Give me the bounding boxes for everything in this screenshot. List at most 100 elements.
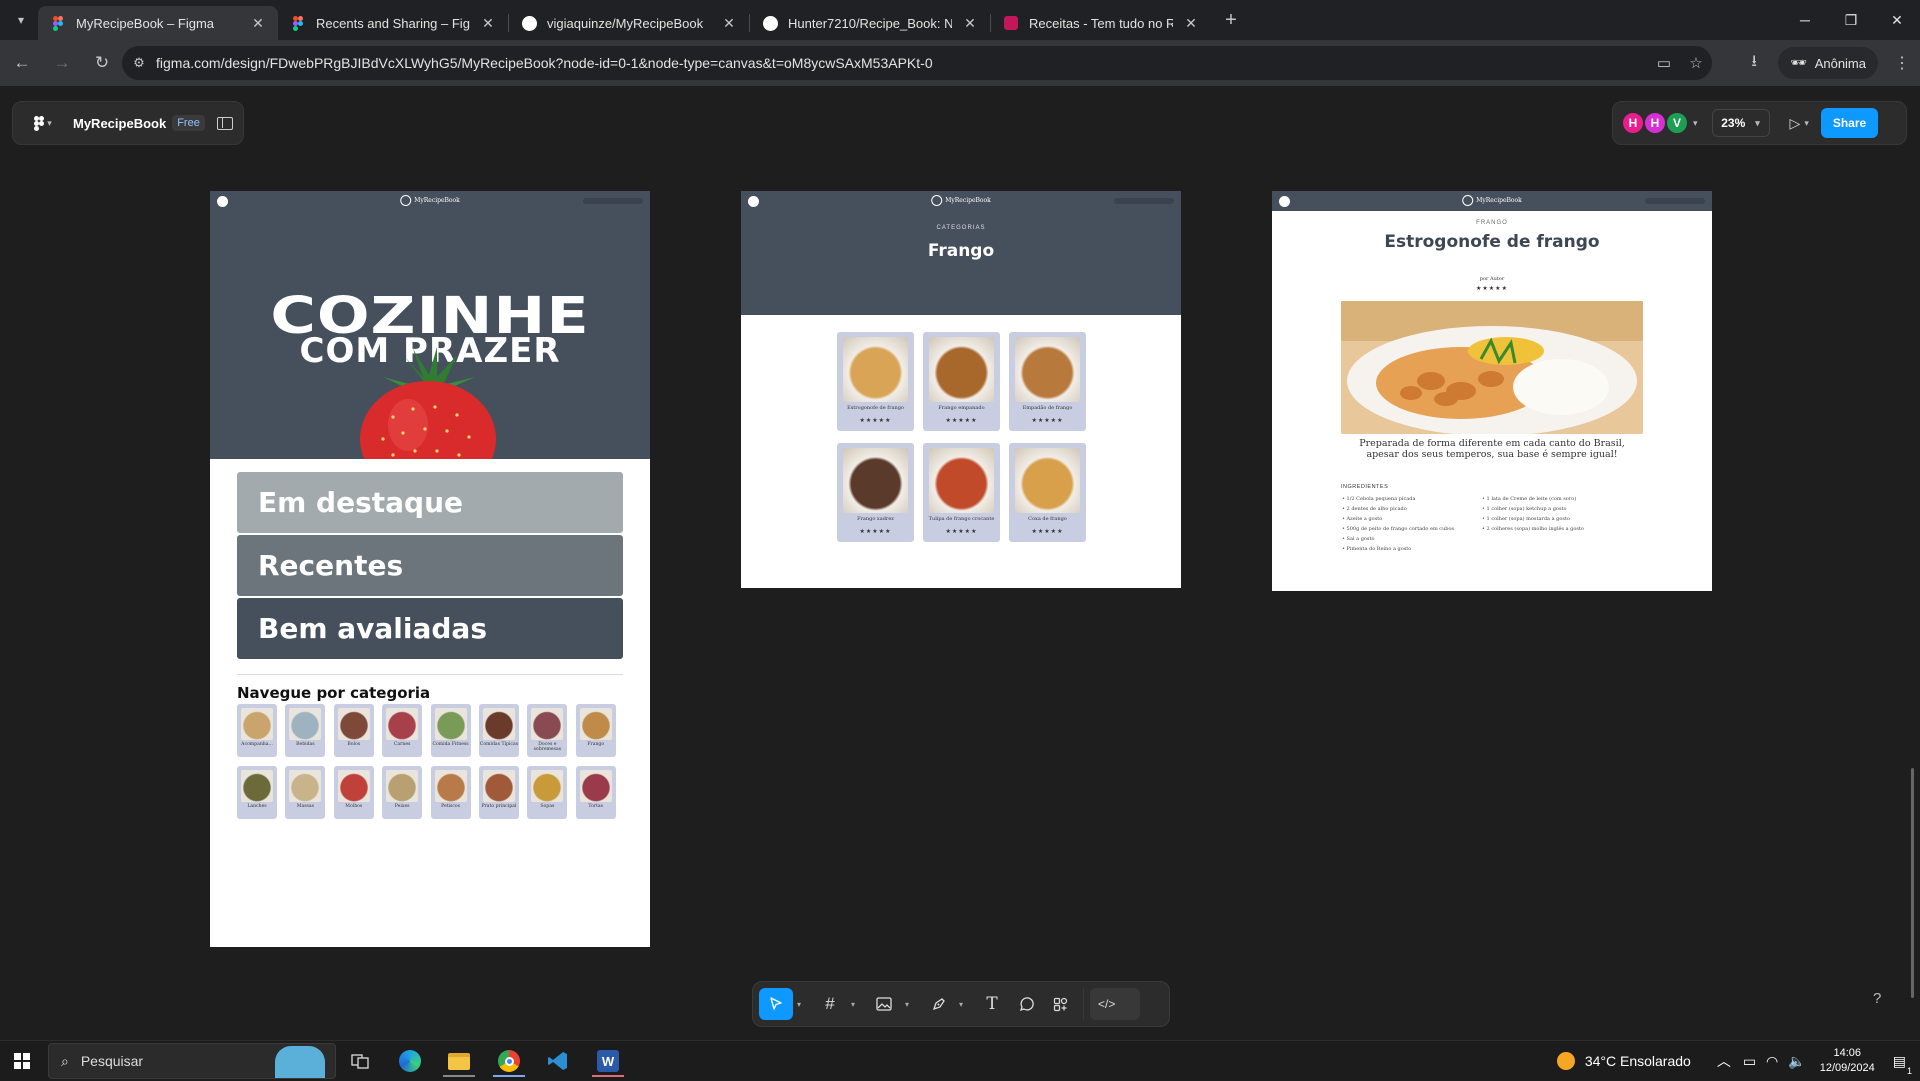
resources-tool-button[interactable]	[1043, 988, 1077, 1020]
category-card[interactable]: Comidas Típicas	[478, 704, 519, 757]
chevron-down-icon[interactable]: ▾	[955, 1000, 967, 1009]
section-band[interactable]: Bem avaliadas	[237, 598, 623, 659]
url-text[interactable]: figma.com/design/FDwebPRgBJIBdVcXLWyhG5/…	[156, 55, 1648, 71]
site-info-icon[interactable]: ⚙	[122, 55, 156, 71]
bookmark-star-icon[interactable]: ☆	[1680, 54, 1712, 72]
back-button[interactable]: ←	[4, 45, 40, 81]
chevron-up-icon[interactable]: ︿	[1717, 1051, 1731, 1071]
recipe-card[interactable]: Frango xadrez ★★★★★	[837, 443, 914, 542]
taskbar-search-box[interactable]: ⌕ Pesquisar	[48, 1043, 336, 1079]
browser-tab[interactable]: Receitas - Tem tudo no Receitas ✕	[991, 6, 1211, 40]
close-icon[interactable]: ✕	[480, 15, 496, 32]
category-card[interactable]: Comida Fitness	[430, 704, 471, 757]
help-icon[interactable]: ?	[1873, 990, 1881, 1007]
window-controls: ─ ❐ ✕	[1782, 0, 1920, 40]
vscode-icon[interactable]	[538, 1045, 578, 1077]
comment-tool-button[interactable]	[1009, 988, 1043, 1020]
category-card[interactable]: Tortas	[575, 766, 616, 819]
recipe-card[interactable]: Empadão de frango ★★★★★	[1009, 332, 1086, 431]
wifi-icon[interactable]: ◠	[1766, 1053, 1778, 1070]
collaborator-avatar[interactable]: H	[1643, 111, 1667, 135]
categories-title: Navegue por categoria	[237, 684, 431, 702]
battery-icon[interactable]: ▭	[1743, 1053, 1756, 1070]
category-card[interactable]: Lanches	[237, 766, 277, 819]
close-icon[interactable]: ✕	[250, 15, 266, 32]
category-card[interactable]: Massas	[285, 766, 326, 819]
tab-search-button[interactable]: ▾	[4, 5, 38, 35]
recipe-card[interactable]: Estrogonofe de frango ★★★★★	[837, 332, 914, 431]
section-band[interactable]: Em destaque	[237, 472, 623, 533]
category-card[interactable]: Carnes	[382, 704, 423, 757]
clock[interactable]: 14:06 12/09/2024	[1820, 1046, 1875, 1076]
chrome-menu-icon[interactable]: ⋮	[1884, 53, 1920, 73]
share-button[interactable]: Share	[1820, 108, 1879, 138]
browser-tab[interactable]: MyRecipeBook – Figma ✕	[38, 6, 278, 40]
category-card[interactable]: Acompanha...	[237, 704, 277, 757]
reload-button[interactable]: ↻	[84, 45, 120, 81]
collaborator-avatars[interactable]: HHV	[1621, 111, 1689, 135]
canvas-scrollbar[interactable]	[1911, 768, 1914, 998]
home-frame[interactable]: COZINHE COM PRAZER MyRecipeBook Em desta…	[210, 191, 650, 947]
category-card[interactable]: Doces e sobremesas	[527, 704, 568, 757]
section-band[interactable]: Recentes	[237, 535, 623, 596]
download-icon[interactable]: ⭳	[1736, 50, 1772, 77]
install-app-icon[interactable]: ▭	[1648, 54, 1680, 72]
weather-text[interactable]: 34°C Ensolarado	[1585, 1053, 1691, 1069]
file-name[interactable]: MyRecipeBook	[73, 116, 166, 131]
close-window-button[interactable]: ✕	[1874, 0, 1920, 40]
category-frame[interactable]: CATEGORIAS Frango MyRecipeBook Estrogono…	[741, 191, 1181, 588]
category-thumbnail	[434, 770, 467, 802]
close-icon[interactable]: ✕	[962, 15, 978, 32]
incognito-profile-button[interactable]: 🕶 Anônima	[1778, 47, 1878, 79]
word-icon[interactable]: W	[588, 1045, 628, 1077]
recipe-card[interactable]: Tulipa de frango crocante ★★★★★	[923, 443, 1000, 542]
category-card[interactable]: Peixes	[382, 766, 423, 819]
zoom-dropdown[interactable]: 23% ▾	[1711, 109, 1770, 137]
edge-icon[interactable]	[390, 1045, 430, 1077]
move-tool-button[interactable]	[759, 988, 793, 1020]
collaborator-avatar[interactable]: H	[1621, 111, 1645, 135]
chevron-down-icon[interactable]: ▾	[793, 1000, 805, 1009]
address-bar[interactable]: ⚙ figma.com/design/FDwebPRgBJIBdVcXLWyhG…	[122, 46, 1712, 80]
dev-mode-toggle[interactable]: </>	[1090, 988, 1140, 1020]
windows-start-icon[interactable]	[14, 1053, 30, 1069]
volume-icon[interactable]: 🔈	[1788, 1053, 1805, 1070]
file-explorer-icon[interactable]	[439, 1045, 479, 1077]
category-card[interactable]: Bebidas	[285, 704, 326, 757]
category-card[interactable]: Bolos	[333, 704, 374, 757]
chevron-down-icon[interactable]: ▾	[847, 1000, 859, 1009]
notifications-icon[interactable]: ▤ 1	[1893, 1053, 1912, 1076]
recipe-card[interactable]: Frango empanado ★★★★★	[923, 332, 1000, 431]
frame-tool-button[interactable]: #	[813, 988, 847, 1020]
new-tab-button[interactable]: +	[1217, 9, 1245, 32]
forward-button[interactable]: →	[44, 45, 80, 81]
plan-badge[interactable]: Free	[172, 115, 205, 131]
category-card[interactable]: Sopas	[527, 766, 568, 819]
chrome-icon[interactable]	[489, 1045, 529, 1077]
category-card[interactable]: Petiscos	[430, 766, 471, 819]
browser-tab[interactable]: Hunter7210/Recipe_Book: Node ✕	[750, 6, 990, 40]
chevron-down-icon[interactable]: ▾	[1804, 118, 1809, 129]
category-card[interactable]: Prato principal	[478, 766, 519, 819]
recipe-frame[interactable]: MyRecipeBook FRANGO Estrogonofe de frang…	[1272, 191, 1712, 591]
present-play-icon[interactable]: ▷	[1790, 115, 1801, 132]
task-view-icon[interactable]	[340, 1045, 380, 1077]
restore-button[interactable]: ❐	[1828, 0, 1874, 40]
collaborator-avatar[interactable]: V	[1665, 111, 1689, 135]
browser-tab[interactable]: vigiaquinze/MyRecipeBook ✕	[509, 6, 749, 40]
close-icon[interactable]: ✕	[721, 15, 737, 32]
text-tool-button[interactable]: T	[975, 988, 1009, 1020]
minimize-button[interactable]: ─	[1782, 0, 1828, 40]
category-card[interactable]: Frango	[575, 704, 616, 757]
recipe-card[interactable]: Coxa de frango ★★★★★	[1009, 443, 1086, 542]
weather-sun-icon[interactable]	[1556, 1052, 1575, 1070]
close-icon[interactable]: ✕	[1183, 15, 1199, 32]
chevron-down-icon[interactable]: ▾	[901, 1000, 913, 1009]
image-tool-button[interactable]	[867, 988, 901, 1020]
pen-tool-button[interactable]	[921, 988, 955, 1020]
browser-tab[interactable]: Recents and Sharing – Figma ✕	[278, 6, 508, 40]
figma-main-menu-button[interactable]: ▾	[23, 115, 63, 131]
category-card[interactable]: Molhos	[333, 766, 374, 819]
toggle-ui-panel-icon[interactable]	[216, 116, 233, 130]
chevron-down-icon[interactable]: ▾	[1693, 118, 1698, 129]
